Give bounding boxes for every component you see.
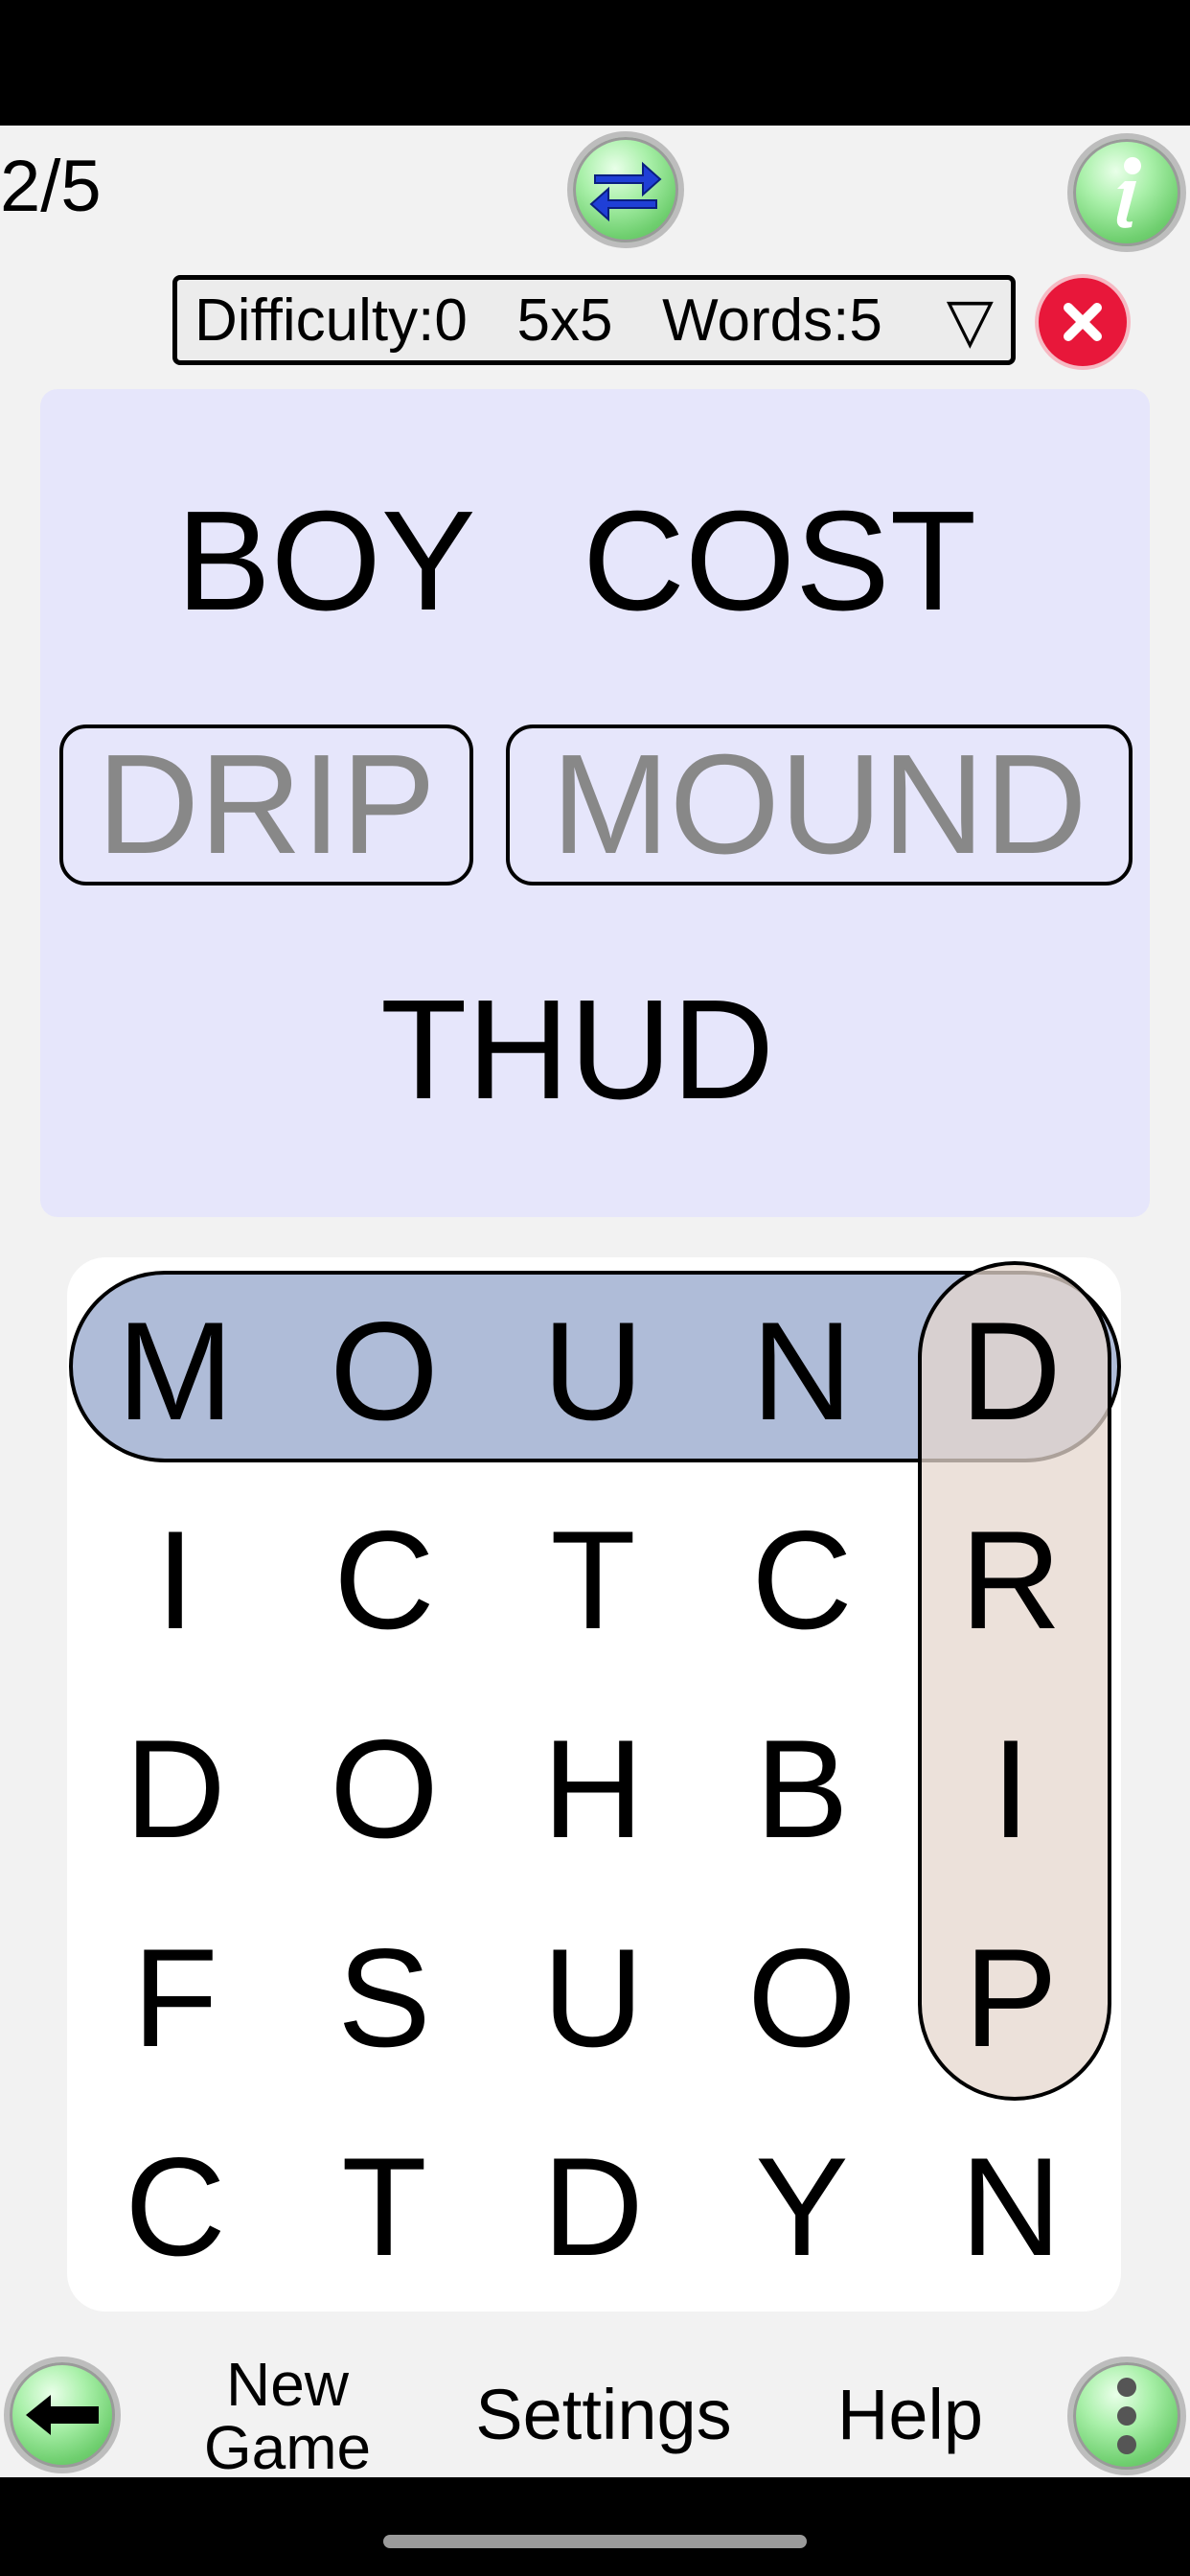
grid-cell[interactable]: C [698, 1476, 906, 1685]
difficulty-dropdown[interactable]: Difficulty:0 5x5 Words:5 ▽ [172, 275, 1016, 365]
grid-cell[interactable]: N [698, 1267, 906, 1476]
grid-cell[interactable]: T [489, 1476, 698, 1685]
grid-cell[interactable]: O [280, 1267, 489, 1476]
status-bar [0, 0, 1190, 126]
difficulty-label: Difficulty:0 5x5 Words:5 [195, 287, 882, 354]
progress-counter: 2/5 [0, 146, 102, 227]
system-nav-bar [0, 2477, 1190, 2576]
dropdown-arrow-icon: ▽ [946, 285, 994, 355]
close-icon [1064, 303, 1102, 341]
grid-cell[interactable]: D [71, 1685, 280, 1894]
back-button[interactable] [4, 2357, 121, 2473]
more-vertical-icon [1117, 2378, 1136, 2454]
info-icon [1116, 157, 1141, 228]
swap-button[interactable] [567, 131, 684, 248]
grid-cell[interactable]: C [280, 1476, 489, 1685]
word-cost: COST [583, 482, 977, 640]
swap-arrows-icon [589, 161, 662, 222]
word-list-panel: BOY COST DRIP MOUND THUD [40, 389, 1150, 1217]
grid-cell[interactable]: R [906, 1476, 1115, 1685]
grid-cell[interactable]: U [489, 1267, 698, 1476]
info-button[interactable] [1067, 133, 1186, 252]
grid-cell[interactable]: C [71, 2103, 280, 2312]
grid-cell[interactable]: N [906, 2103, 1115, 2312]
close-button[interactable] [1039, 278, 1127, 366]
grid-cell[interactable]: I [906, 1685, 1115, 1894]
grid-cell[interactable]: B [698, 1685, 906, 1894]
grid-cell[interactable]: U [489, 1894, 698, 2103]
grid-cell[interactable]: D [906, 1267, 1115, 1476]
grid-cell[interactable]: I [71, 1476, 280, 1685]
letter-grid[interactable]: MOUNDICTCRDOHBIFSUOPCTDYN [67, 1257, 1121, 2312]
grid-cell[interactable]: T [280, 2103, 489, 2312]
grid-cell[interactable]: D [489, 2103, 698, 2312]
settings-button[interactable]: Settings [460, 2380, 747, 2450]
new-game-button[interactable]: New Game [182, 2353, 393, 2479]
home-indicator[interactable] [383, 2535, 807, 2548]
menu-button[interactable] [1067, 2357, 1186, 2475]
grid-cell[interactable]: M [71, 1267, 280, 1476]
help-button[interactable]: Help [814, 2380, 1006, 2450]
word-drip-found: DRIP [59, 724, 473, 886]
grid-cell[interactable]: S [280, 1894, 489, 2103]
back-arrow-icon [26, 2395, 99, 2435]
word-thud: THUD [380, 971, 775, 1129]
grid-cell[interactable]: H [489, 1685, 698, 1894]
grid-cell[interactable]: O [280, 1685, 489, 1894]
new-game-label-line2: Game [203, 2413, 372, 2482]
grid-cell[interactable]: O [698, 1894, 906, 2103]
grid-cell[interactable]: F [71, 1894, 280, 2103]
word-boy: BOY [176, 482, 476, 640]
word-mound-found: MOUND [506, 724, 1133, 886]
grid-cell[interactable]: P [906, 1894, 1115, 2103]
new-game-label-line1: New [225, 2350, 350, 2419]
grid-cell[interactable]: Y [698, 2103, 906, 2312]
